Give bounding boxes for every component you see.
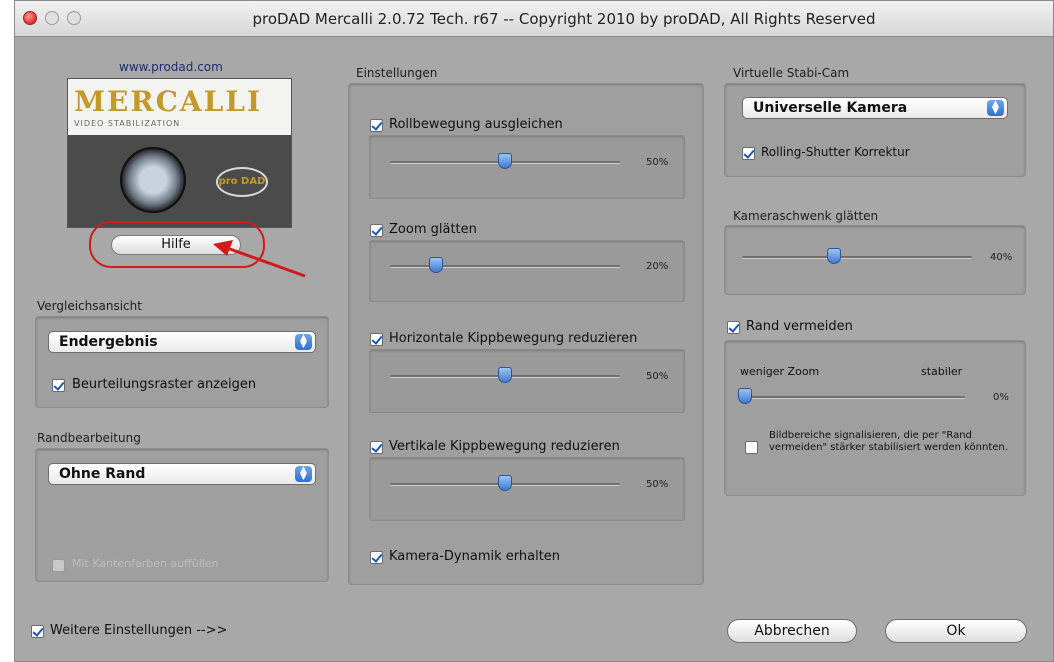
border-mode-select[interactable]: Ohne Rand ▲ ▼ xyxy=(48,463,316,485)
avoid-border-slider-thumb[interactable] xyxy=(738,388,752,404)
vertical-tilt-checkbox[interactable] xyxy=(370,441,383,454)
camera-dynamics-label: Kamera-Dynamik erhalten xyxy=(389,549,561,564)
comparison-view-group: Endergebnis ▲ ▼ Beurteilungsraster anzeig… xyxy=(35,316,329,408)
horizontal-tilt-label: Horizontale Kippbewegung reduzieren xyxy=(389,331,638,346)
comparison-view-title: Vergleichsansicht xyxy=(37,299,142,313)
grid-checkbox-label: Beurteilungsraster anzeigen xyxy=(72,377,257,392)
vertical-tilt-slider-thumb[interactable] xyxy=(498,475,512,491)
zoom-slider-box: 20% xyxy=(369,240,685,302)
zoom-percent: 20% xyxy=(646,261,669,272)
stabicam-group: Universelle Kamera ▲ ▼ Rolling-Shutter Ko… xyxy=(724,83,1026,177)
border-editing-title: Randbearbeitung xyxy=(37,431,141,445)
window-title: proDAD Mercalli 2.0.72 Tech. r67 -- Copy… xyxy=(252,10,876,28)
red-arrow-icon xyxy=(213,240,306,278)
roll-label: Rollbewegung ausgleichen xyxy=(389,117,563,132)
pan-percent: 40% xyxy=(990,252,1013,263)
zoom-checkbox[interactable] xyxy=(370,224,383,237)
select-stepper-icon: ▲ ▼ xyxy=(987,100,1004,116)
pan-smoothing-group: 40% xyxy=(724,225,1026,295)
signal-areas-checkbox[interactable] xyxy=(745,441,758,454)
edge-fill-checkbox[interactable] xyxy=(52,559,65,572)
zoom-label: Zoom glätten xyxy=(389,222,477,237)
horizontal-tilt-slider-box: 50% xyxy=(369,349,685,413)
select-stepper-icon: ▲ ▼ xyxy=(295,334,312,350)
more-settings-label: Weitere Einstellungen -->> xyxy=(50,623,228,638)
camera-dynamics-checkbox[interactable] xyxy=(370,551,383,564)
roll-checkbox[interactable] xyxy=(370,119,383,132)
settings-title: Einstellungen xyxy=(356,66,438,80)
roll-slider-thumb[interactable] xyxy=(498,153,512,169)
settings-group: Rollbewegung ausgleichen 50% Zoom glätte… xyxy=(348,83,704,585)
grid-checkbox[interactable] xyxy=(52,379,65,392)
logo-wordmark: MERCALLI xyxy=(74,85,263,118)
more-settings-checkbox[interactable] xyxy=(31,625,44,638)
avoid-border-group: weniger Zoom stabiler 0% Bildbereiche si… xyxy=(724,340,1026,496)
less-zoom-label: weniger Zoom xyxy=(740,365,820,378)
roll-slider-box: 50% xyxy=(369,135,685,199)
vertical-tilt-label: Vertikale Kippbewegung reduzieren xyxy=(389,439,620,454)
horizontal-tilt-checkbox[interactable] xyxy=(370,333,383,346)
stabicam-title: Virtuelle Stabi-Cam xyxy=(733,66,850,80)
pan-slider-thumb[interactable] xyxy=(827,248,841,264)
zoom-slider-thumb[interactable] xyxy=(429,257,443,273)
border-editing-group: Ohne Rand ▲ ▼ Mit Kantenfarben auffüllen xyxy=(35,448,329,582)
camera-type-value: Universelle Kamera xyxy=(753,100,908,116)
zoom-slider-track[interactable] xyxy=(390,265,620,268)
avoid-border-percent: 0% xyxy=(993,392,1009,403)
avoid-border-checkbox[interactable] xyxy=(727,321,740,334)
edge-fill-label: Mit Kantenfarben auffüllen xyxy=(72,557,219,570)
main-content: www.prodad.com MERCALLI VIDEO STABILIZAT… xyxy=(15,38,1053,661)
pan-smoothing-title: Kameraschwenk glätten xyxy=(733,209,879,223)
product-logo: MERCALLI VIDEO STABILIZATION pro DAD xyxy=(67,78,292,228)
horizontal-tilt-slider-thumb[interactable] xyxy=(498,367,512,383)
app-window: proDAD Mercalli 2.0.72 Tech. r67 -- Copy… xyxy=(14,0,1054,662)
website-link[interactable]: www.prodad.com xyxy=(119,60,223,74)
rolling-shutter-label: Rolling-Shutter Korrektur xyxy=(761,145,910,159)
border-mode-value: Ohne Rand xyxy=(59,466,146,482)
title-bar[interactable]: proDAD Mercalli 2.0.72 Tech. r67 -- Copy… xyxy=(15,1,1053,37)
cancel-button[interactable]: Abbrechen xyxy=(727,619,857,643)
vertical-tilt-percent: 50% xyxy=(646,479,669,490)
prodad-badge: pro DAD xyxy=(216,167,268,197)
horizontal-tilt-percent: 50% xyxy=(646,371,669,382)
comparison-view-value: Endergebnis xyxy=(59,334,158,350)
pan-slider-track[interactable] xyxy=(742,256,972,259)
lens-graphic-icon xyxy=(120,147,186,213)
select-stepper-icon: ▲ ▼ xyxy=(295,466,312,482)
comparison-view-select[interactable]: Endergebnis ▲ ▼ xyxy=(48,331,316,353)
avoid-border-slider-track[interactable] xyxy=(745,396,965,399)
avoid-border-label: Rand vermeiden xyxy=(746,319,853,334)
vertical-tilt-slider-box: 50% xyxy=(369,457,685,521)
roll-percent: 50% xyxy=(646,157,669,168)
camera-type-select[interactable]: Universelle Kamera ▲ ▼ xyxy=(742,97,1008,119)
ok-button[interactable]: Ok xyxy=(885,619,1027,643)
rolling-shutter-checkbox[interactable] xyxy=(742,147,755,160)
signal-areas-label: Bildbereiche signalisieren, die per "Ran… xyxy=(769,430,1008,453)
logo-subtitle: VIDEO STABILIZATION xyxy=(74,119,181,128)
more-stable-label: stabiler xyxy=(921,365,963,378)
